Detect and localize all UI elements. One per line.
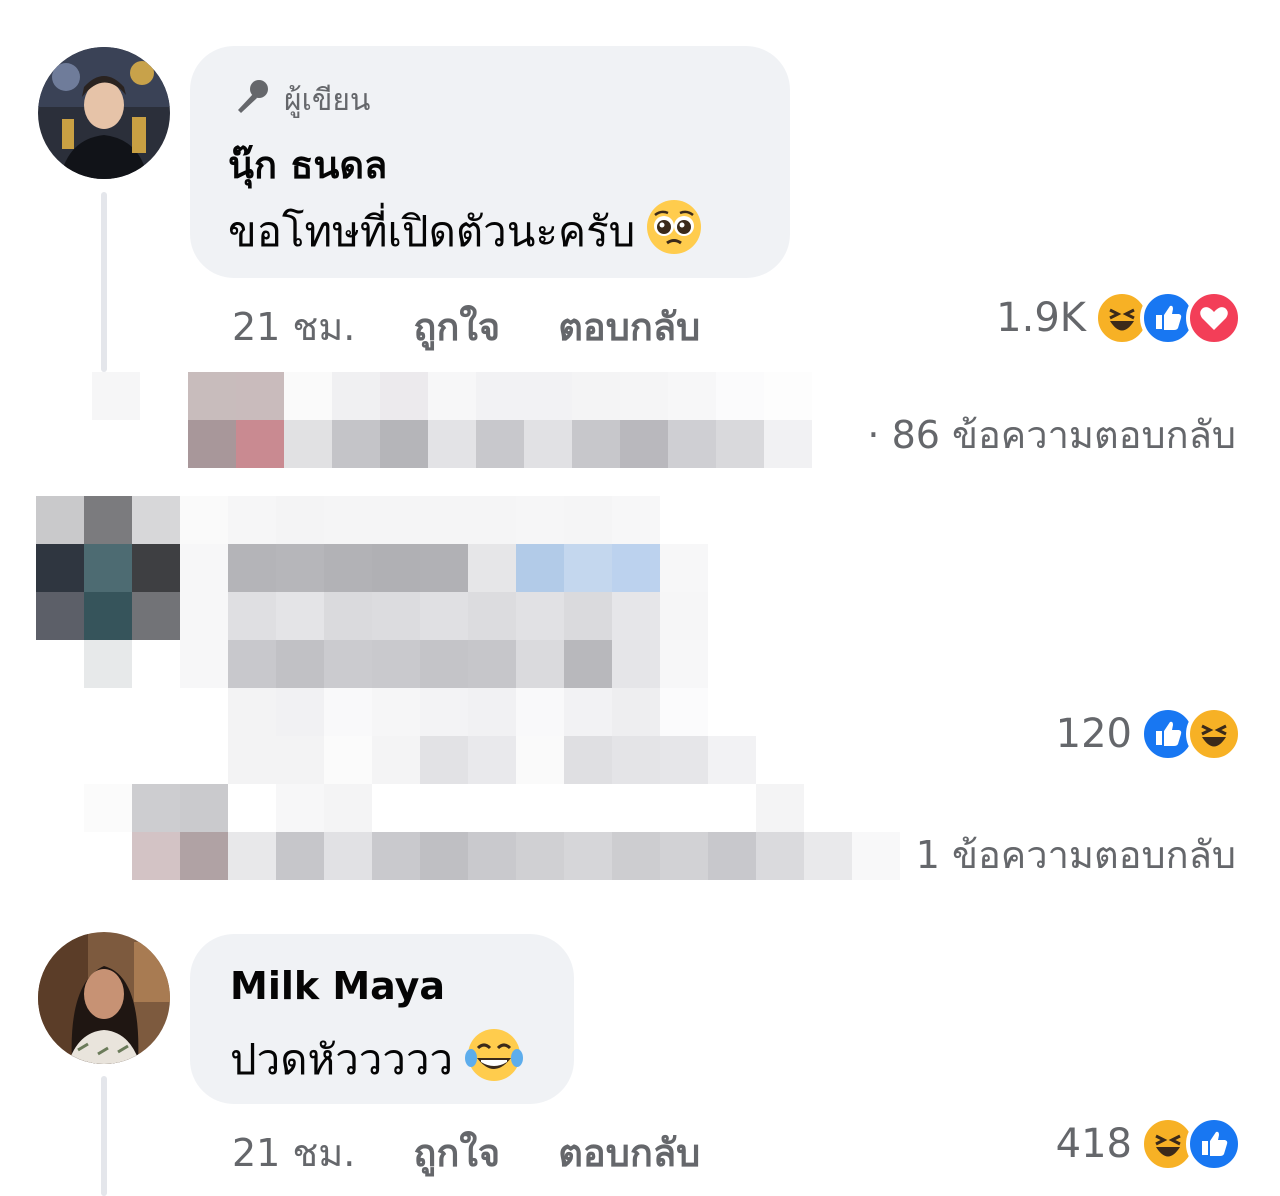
- like-icon: [1186, 1116, 1242, 1172]
- comment-time[interactable]: 21 ชม.: [232, 296, 355, 357]
- reaction-count: 120: [1055, 711, 1132, 757]
- reaction-summary[interactable]: 1.9K: [996, 290, 1242, 346]
- blurred-avatar: [36, 496, 180, 688]
- blurred-reply-preview: [84, 784, 900, 880]
- reaction-count: 1.9K: [996, 295, 1086, 341]
- avatar[interactable]: [38, 932, 170, 1064]
- haha-icon: [1186, 706, 1242, 762]
- thread-line: [101, 1076, 107, 1196]
- reaction-count: 418: [1055, 1121, 1132, 1167]
- like-button[interactable]: ถูกใจ: [413, 1122, 500, 1183]
- comment-text: ปวดหัววววว: [230, 1024, 525, 1096]
- comment-actions: 21 ชม. ถูกใจ ตอบกลับ: [232, 1122, 700, 1183]
- reaction-summary[interactable]: 418: [1056, 1116, 1242, 1172]
- blurred-comment-bubble: [180, 496, 756, 784]
- comment-actions: 21 ชม. ถูกใจ ตอบกลับ: [232, 296, 700, 357]
- commenter-name[interactable]: นุ๊ก ธนดล: [228, 134, 387, 195]
- blurred-reply-preview: [92, 372, 812, 468]
- reaction-summary[interactable]: 120: [1056, 706, 1242, 762]
- microphone-icon: [232, 76, 272, 124]
- comment-text: ขอโทษที่เปิดตัวนะครับ: [228, 198, 703, 266]
- comment-time[interactable]: 21 ชม.: [232, 1122, 355, 1183]
- reply-button[interactable]: ตอบกลับ: [558, 296, 700, 357]
- comment-text-content: ขอโทษที่เปิดตัวนะครับ: [228, 207, 636, 256]
- author-badge: ผู้เขียน: [232, 76, 370, 124]
- comment-bubble: Milk Maya ปวดหัววววว: [190, 934, 574, 1104]
- avatar[interactable]: [38, 47, 170, 179]
- reply-button[interactable]: ตอบกลับ: [558, 1122, 700, 1183]
- love-icon: [1186, 290, 1242, 346]
- comment-bubble: ผู้เขียน นุ๊ก ธนดล ขอโทษที่เปิดตัวนะครับ: [190, 46, 790, 278]
- thread-line: [101, 192, 107, 372]
- view-replies-link[interactable]: · 86 ข้อความตอบกลับ: [867, 404, 1236, 465]
- like-button[interactable]: ถูกใจ: [413, 296, 500, 357]
- tears-of-joy-emoji-icon: [463, 1024, 525, 1096]
- author-badge-label: ผู้เขียน: [284, 82, 371, 118]
- view-replies-link[interactable]: 1 ข้อความตอบกลับ: [916, 824, 1236, 885]
- pleading-face-emoji-icon: [645, 198, 703, 266]
- commenter-name[interactable]: Milk Maya: [230, 964, 445, 1008]
- comment-text-content: ปวดหัววววว: [230, 1035, 454, 1084]
